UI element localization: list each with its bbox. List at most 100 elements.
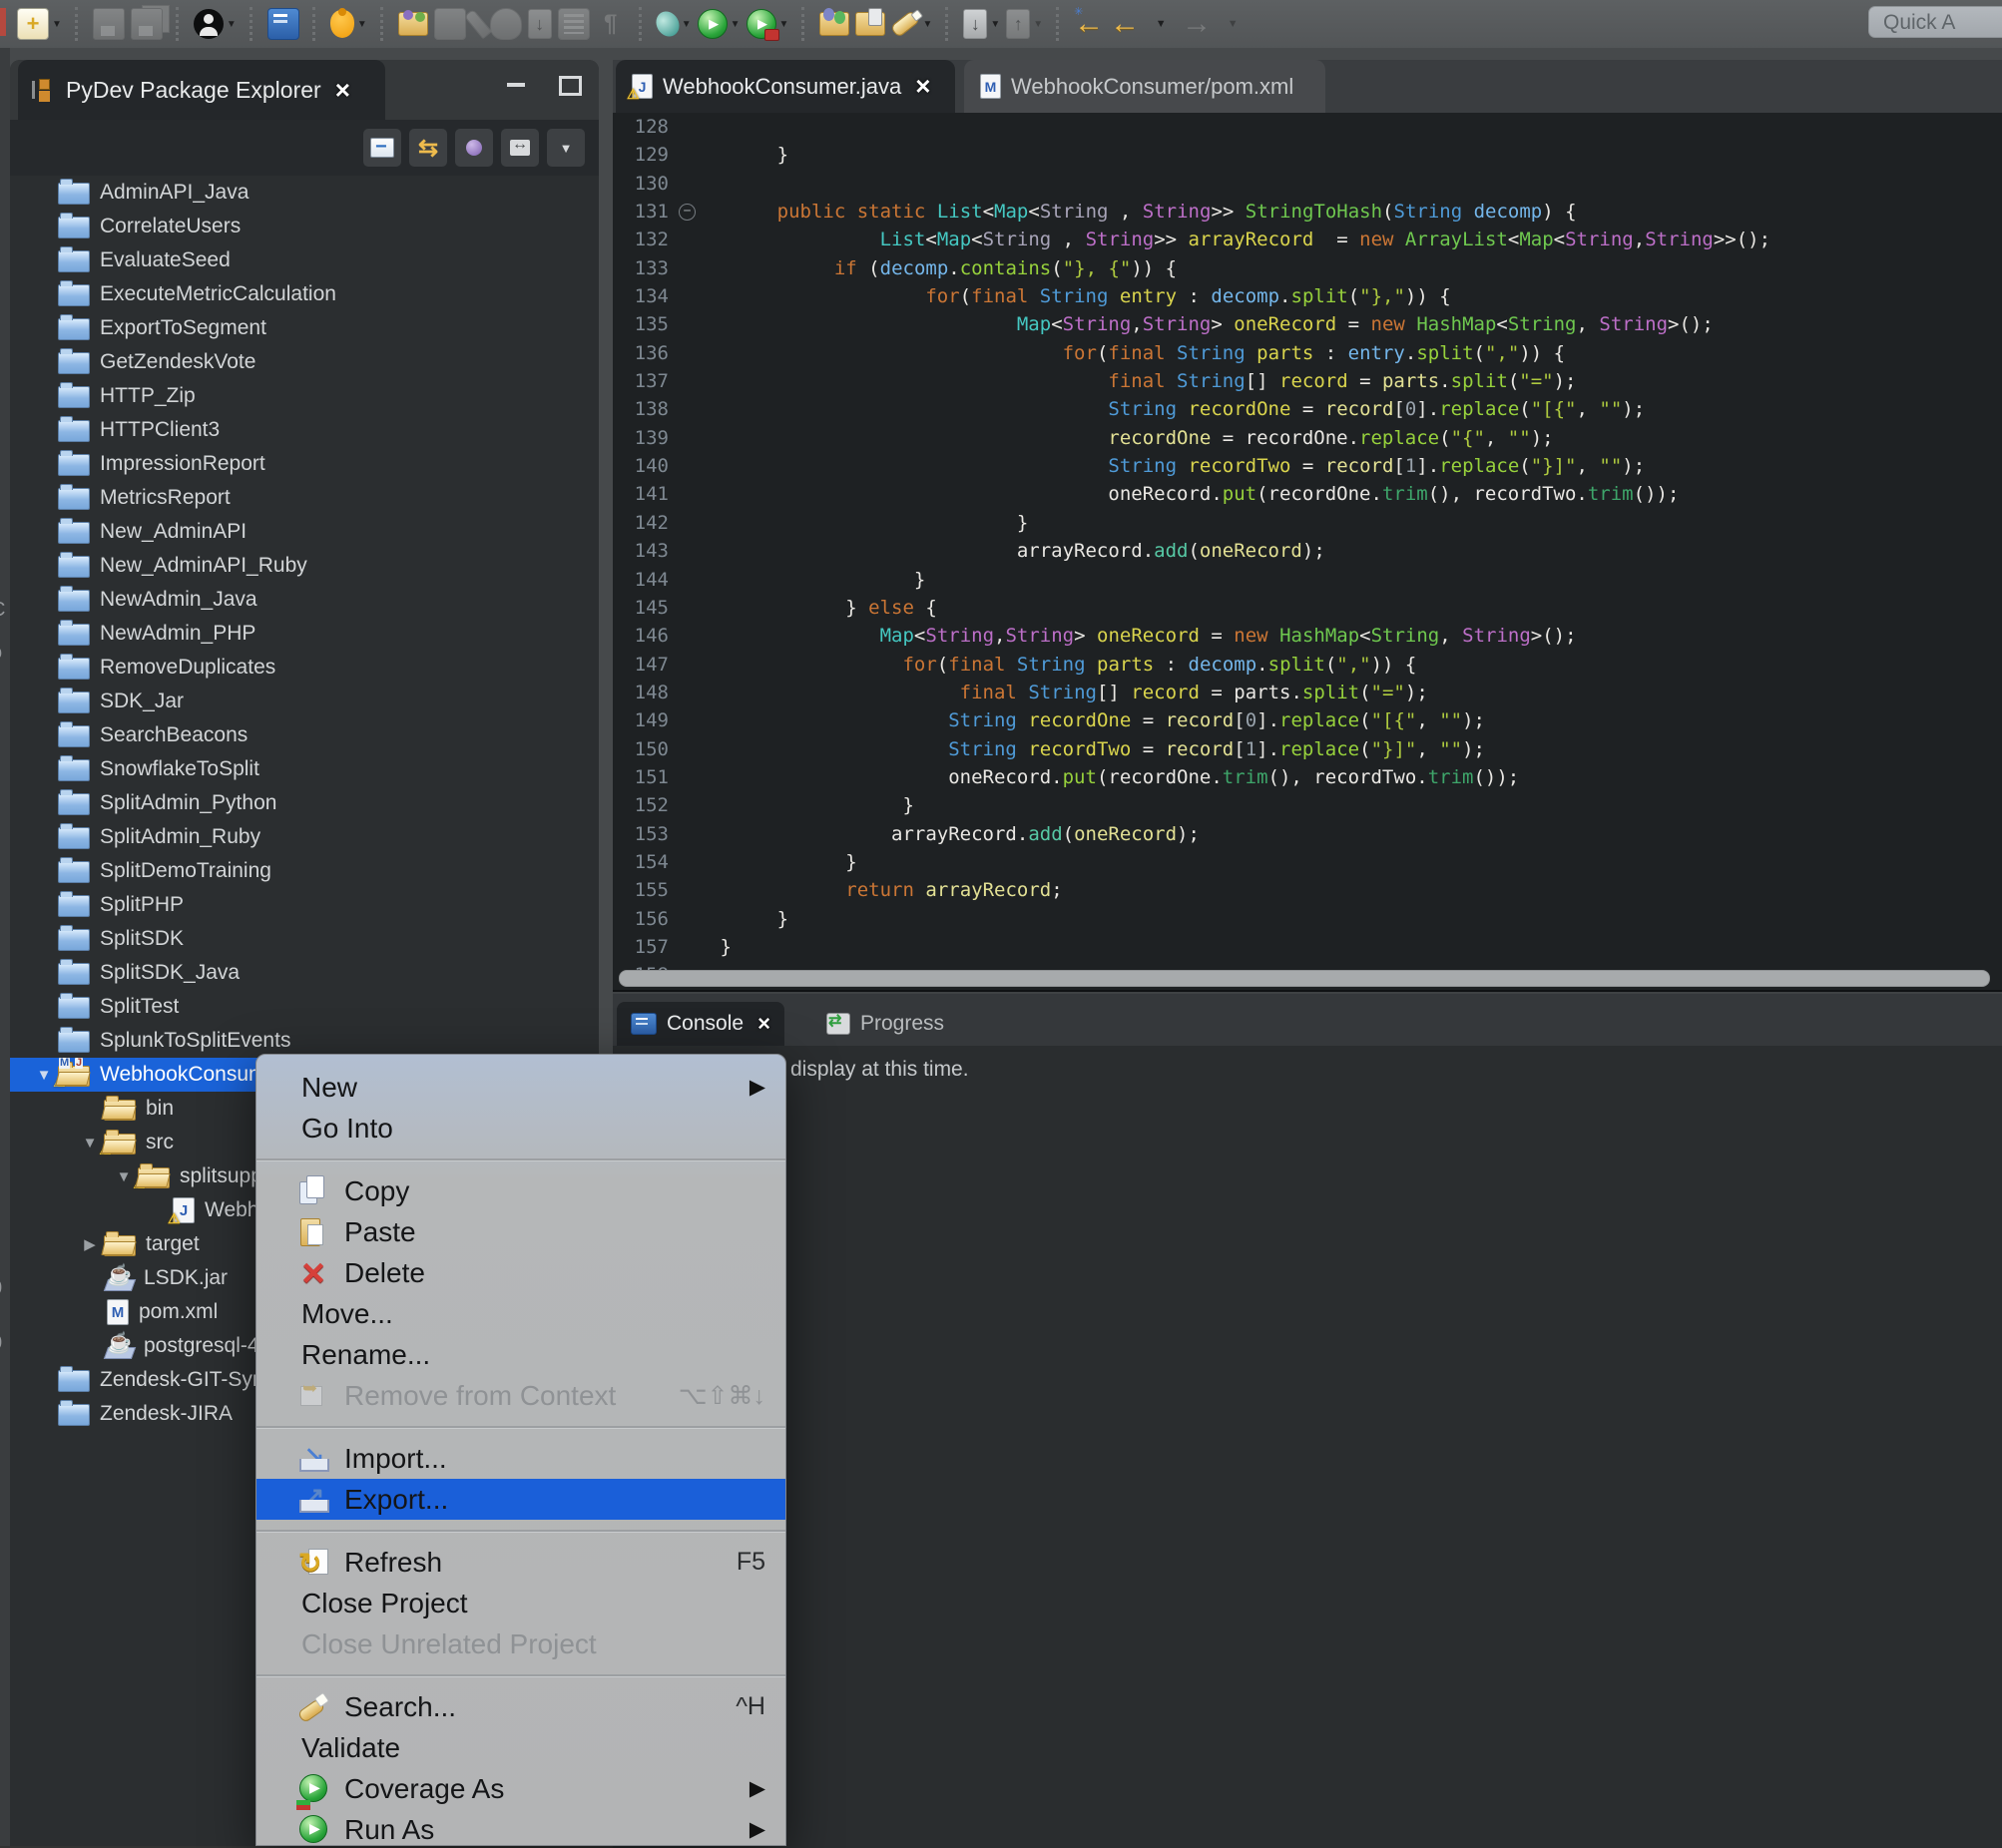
menu-item-run-as[interactable]: ▶Run As▶ [256, 1809, 785, 1846]
tree-item-impressionreport[interactable]: ImpressionReport [10, 447, 599, 481]
tree-item-correlateusers[interactable]: CorrelateUsers [10, 210, 599, 243]
split-tool-dropdown-icon[interactable]: ▼ [357, 19, 367, 30]
tree-item-searchbeacons[interactable]: SearchBeacons [10, 718, 599, 752]
maximize-view-button[interactable] [557, 74, 581, 94]
annotation-marker-button[interactable]: ▼ [891, 4, 932, 44]
tree-item-httpclient3[interactable]: HTTPClient3 [10, 413, 599, 447]
tree-item-splitphp[interactable]: SplitPHP [10, 888, 599, 922]
tree-item-evaluateseed[interactable]: EvaluateSeed [10, 243, 599, 277]
profile-button[interactable]: ▼ [747, 4, 789, 44]
menu-item-new[interactable]: New▶ [256, 1067, 785, 1108]
menu-item-export[interactable]: Export... [256, 1479, 785, 1520]
menu-item-import[interactable]: Import... [256, 1438, 785, 1479]
tree-item-http-zip[interactable]: HTTP_Zip [10, 379, 599, 413]
line-number: 143 [613, 537, 669, 565]
run-dropdown-icon[interactable]: ▼ [731, 19, 741, 30]
open-folder-warning-icon: ⚠ [138, 1167, 170, 1188]
project-folder-icon [58, 1370, 90, 1392]
tree-item-getzendeskvote[interactable]: GetZendeskVote [10, 345, 599, 379]
tree-item-new-adminapi[interactable]: New_AdminAPI [10, 515, 599, 549]
code-viewport[interactable]: 128129 }130131 public static List<Map<St… [613, 113, 2002, 990]
tree-item-sdk-jar[interactable]: SDK_Jar [10, 685, 599, 718]
tab-console[interactable]: Console × [617, 1002, 784, 1046]
link-with-editor-button[interactable]: ⇆ [409, 129, 447, 167]
fold-column [669, 566, 709, 594]
menu-item-label: Export... [344, 1484, 448, 1516]
quick-access-box[interactable]: Quick A [1868, 6, 2002, 38]
tree-item-splittest[interactable]: SplitTest [10, 990, 599, 1024]
minimize-view-button[interactable] [505, 74, 529, 94]
annotation-marker-dropdown-icon[interactable]: ▼ [922, 19, 932, 30]
tree-item-splitsdk[interactable]: SplitSDK [10, 922, 599, 956]
package-filters-button[interactable] [455, 129, 493, 167]
user-profile-button[interactable]: ▼ [194, 4, 237, 44]
close-view-icon[interactable]: × [335, 75, 350, 106]
tree-item-adminapi-java[interactable]: AdminAPI_Java [10, 176, 599, 210]
profile-dropdown-icon[interactable]: ▼ [779, 19, 789, 30]
menu-item-paste[interactable]: Paste [256, 1211, 785, 1252]
tree-item-splitdemotraining[interactable]: SplitDemoTraining [10, 854, 599, 888]
tab-progress[interactable]: Progress [812, 1002, 958, 1046]
tree-item-label: SplunkToSplitEvents [100, 1029, 290, 1053]
menu-item-move[interactable]: Move... [256, 1293, 785, 1334]
menu-item-go-into[interactable]: Go Into [256, 1108, 785, 1149]
menu-item-validate[interactable]: Validate [256, 1727, 785, 1768]
menu-item-copy[interactable]: Copy [256, 1170, 785, 1211]
new-wizard-dropdown-icon[interactable]: ▼ [52, 19, 62, 30]
tree-item-splitsdk-java[interactable]: SplitSDK_Java [10, 956, 599, 990]
package-explorer-title: PyDev Package Explorer [66, 77, 321, 104]
tree-item-new-adminapi-ruby[interactable]: New_AdminAPI_Ruby [10, 549, 599, 583]
line-number: 131 [613, 198, 669, 226]
tree-item-executemetriccalculation[interactable]: ExecuteMetricCalculation [10, 277, 599, 311]
tree-item-splitadmin-ruby[interactable]: SplitAdmin_Ruby [10, 820, 599, 854]
code-line: 143 arrayRecord.add(oneRecord); [613, 537, 2002, 565]
coverage-folder-button[interactable] [819, 4, 849, 44]
view-menu-button[interactable]: ▼ [547, 129, 585, 167]
tree-item-newadmin-php[interactable]: NewAdmin_PHP [10, 617, 599, 651]
tree-item-exporttosegment[interactable]: ExportToSegment [10, 311, 599, 345]
user-profile-dropdown-icon[interactable]: ▼ [227, 19, 237, 30]
menu-item-close-project[interactable]: Close Project [256, 1583, 785, 1623]
editor-tab-pom-xml[interactable]: M WebhookConsumer/pom.xml [964, 60, 1325, 113]
fold-column [669, 848, 709, 876]
back-menu-button[interactable] [1146, 4, 1176, 44]
remote-console-button[interactable] [267, 4, 299, 44]
tree-item-splitadmin-python[interactable]: SplitAdmin_Python [10, 786, 599, 820]
new-wizard-button[interactable]: ▼ [17, 4, 62, 44]
menu-item-delete[interactable]: Delete [256, 1252, 785, 1293]
close-editor-tab-icon[interactable]: × [915, 71, 930, 102]
push-up-dropdown-icon[interactable]: ▼ [1033, 19, 1043, 30]
tree-item-metricsreport[interactable]: MetricsReport [10, 481, 599, 515]
tree-item-removeduplicates[interactable]: RemoveDuplicates [10, 651, 599, 685]
back-button[interactable] [1110, 4, 1140, 44]
clipboard-folder-button[interactable] [855, 4, 885, 44]
open-resources-button[interactable] [398, 4, 428, 44]
package-explorer-icon [32, 79, 54, 101]
menu-item-refresh[interactable]: RefreshF5 [256, 1542, 785, 1583]
menu-item-coverage-as[interactable]: ▶Coverage As▶ [256, 1768, 785, 1809]
tree-item-label: SplitSDK_Java [100, 961, 240, 985]
run-button[interactable]: ▼ [698, 4, 741, 44]
debug-dropdown-icon[interactable]: ▼ [682, 19, 692, 30]
layout-presentation-button[interactable] [501, 129, 539, 167]
menu-item-search[interactable]: Search...^H [256, 1686, 785, 1727]
pull-down-button[interactable]: ▼ [963, 4, 1000, 44]
horizontal-scrollbar[interactable] [619, 970, 1990, 987]
close-console-icon[interactable]: × [757, 1011, 770, 1037]
debug-button[interactable]: ▼ [657, 4, 692, 44]
editor-tab-webhookconsumer-java[interactable]: J⚠ WebhookConsumer.java × [616, 60, 955, 113]
project-folder-icon [58, 929, 90, 951]
tab-pydev-package-explorer[interactable]: PyDev Package Explorer × [18, 60, 385, 120]
line-number: 140 [613, 452, 669, 480]
back-history-button[interactable] [1074, 4, 1104, 44]
split-tool-button[interactable]: ▼ [330, 4, 367, 44]
menu-item-rename[interactable]: Rename... [256, 1334, 785, 1375]
tree-item-snowflaketosplit[interactable]: SnowflakeToSplit [10, 752, 599, 786]
delete-icon [296, 1257, 330, 1289]
tree-item-newadmin-java[interactable]: NewAdmin_Java [10, 583, 599, 617]
chevron-right-icon[interactable]: ▶ [76, 1235, 104, 1253]
tree-item-splunktosplitevents[interactable]: SplunkToSplitEvents [10, 1024, 599, 1058]
pull-down-dropdown-icon[interactable]: ▼ [990, 19, 1000, 30]
collapse-all-button[interactable] [363, 129, 401, 167]
code-line: 133 if (decomp.contains("}, {")) { [613, 254, 2002, 282]
